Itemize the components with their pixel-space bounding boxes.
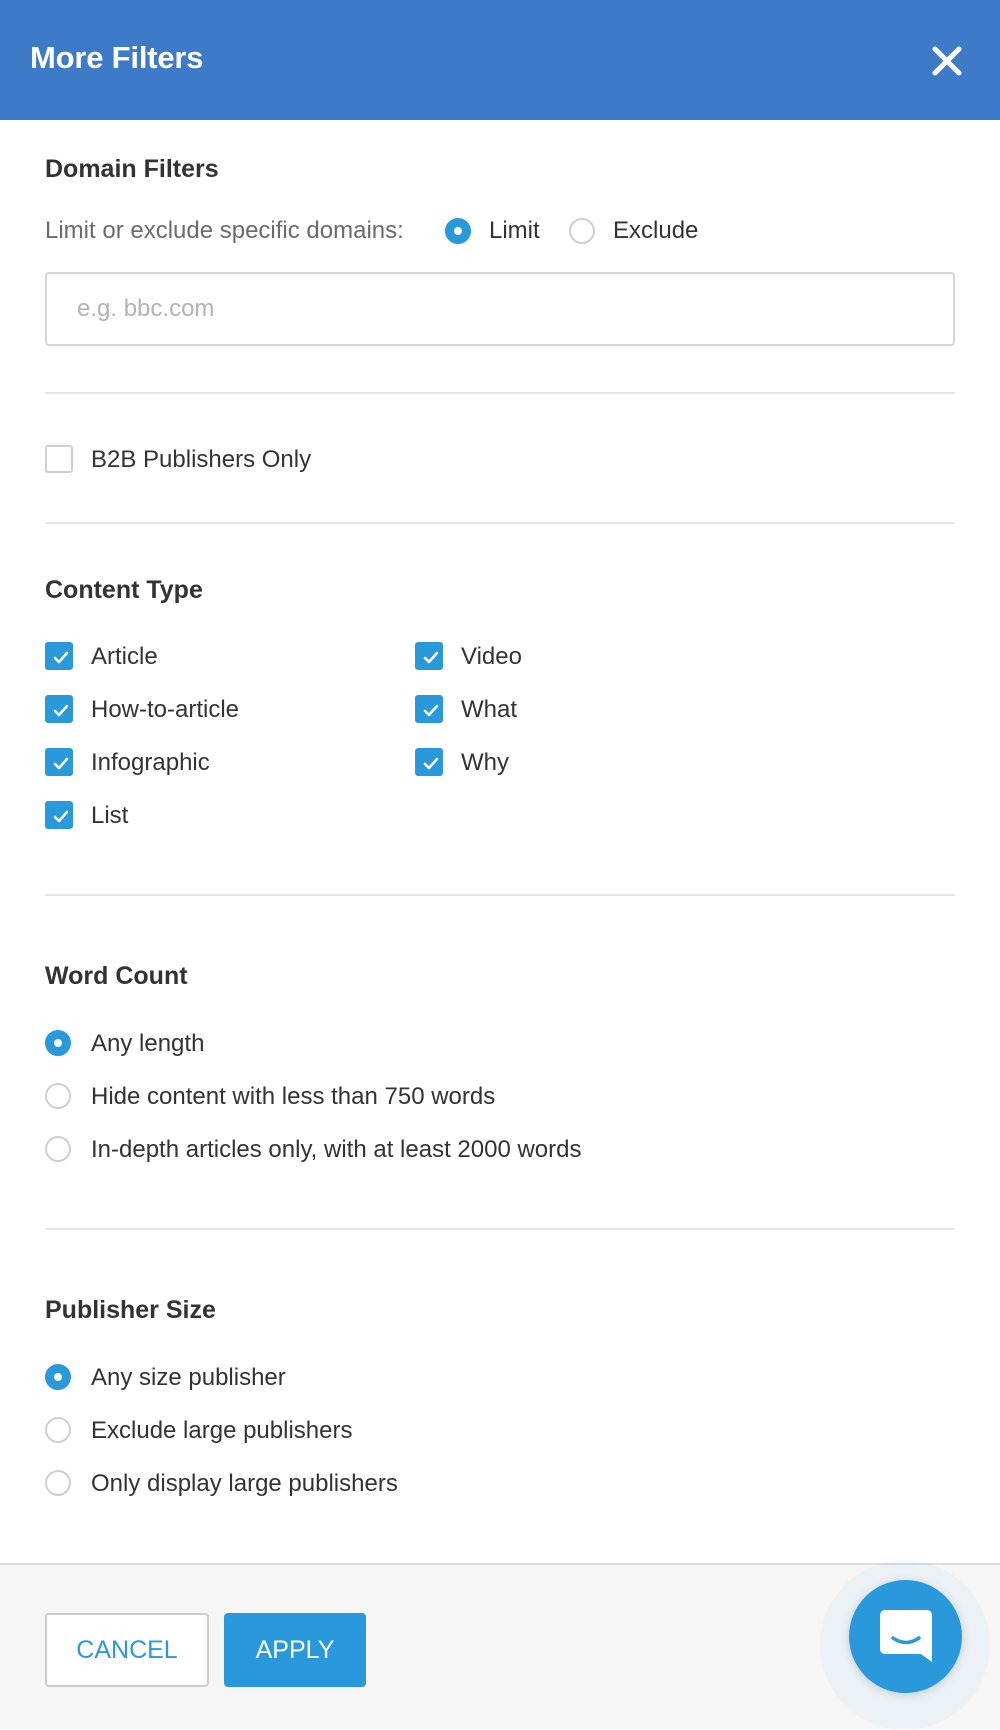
check-icon [53, 757, 69, 770]
publisher-any-radio[interactable] [45, 1364, 71, 1390]
domain-filters-title: Domain Filters [45, 155, 219, 183]
word-count-2000-label[interactable]: In-depth articles only, with at least 20… [91, 1136, 581, 1164]
modal-header: More Filters [0, 0, 1000, 120]
close-icon[interactable] [928, 42, 966, 80]
publisher-any-label[interactable]: Any size publisher [91, 1364, 286, 1392]
publisher-only-large-radio[interactable] [45, 1470, 71, 1496]
publisher-size-title: Publisher Size [45, 1296, 216, 1324]
exclude-radio[interactable] [569, 218, 595, 244]
b2b-checkbox[interactable] [45, 445, 73, 473]
article-checkbox-label[interactable]: Article [91, 643, 158, 671]
content-type-title: Content Type [45, 576, 203, 604]
limit-radio[interactable] [445, 218, 471, 244]
publisher-exclude-large-radio[interactable] [45, 1417, 71, 1443]
apply-button[interactable]: APPLY [224, 1613, 366, 1687]
divider [45, 522, 955, 524]
exclude-radio-label[interactable]: Exclude [613, 217, 698, 245]
divider [45, 894, 955, 896]
video-checkbox-label[interactable]: Video [461, 643, 522, 671]
how-to-article-checkbox[interactable] [45, 695, 73, 723]
check-icon [53, 810, 69, 823]
check-icon [423, 704, 439, 717]
limit-radio-label[interactable]: Limit [489, 217, 540, 245]
why-checkbox-label[interactable]: Why [461, 749, 509, 777]
chat-launcher-button[interactable] [849, 1580, 962, 1693]
divider [45, 1228, 955, 1230]
word-count-any-radio[interactable] [45, 1030, 71, 1056]
video-checkbox[interactable] [415, 642, 443, 670]
divider [45, 392, 955, 394]
word-count-any-label[interactable]: Any length [91, 1030, 204, 1058]
check-icon [53, 651, 69, 664]
modal-title: More Filters [30, 40, 204, 75]
check-icon [423, 757, 439, 770]
why-checkbox[interactable] [415, 748, 443, 776]
what-checkbox-label[interactable]: What [461, 696, 517, 724]
domain-filters-prompt: Limit or exclude specific domains: [45, 217, 404, 244]
check-icon [423, 651, 439, 664]
word-count-2000-radio[interactable] [45, 1136, 71, 1162]
how-to-article-checkbox-label[interactable]: How-to-article [91, 696, 239, 724]
cancel-button[interactable]: CANCEL [45, 1613, 209, 1687]
article-checkbox[interactable] [45, 642, 73, 670]
check-icon [53, 704, 69, 717]
word-count-750-radio[interactable] [45, 1083, 71, 1109]
b2b-checkbox-label[interactable]: B2B Publishers Only [91, 446, 311, 474]
infographic-checkbox-label[interactable]: Infographic [91, 749, 210, 777]
publisher-only-large-label[interactable]: Only display large publishers [91, 1470, 398, 1498]
word-count-title: Word Count [45, 962, 188, 990]
list-checkbox[interactable] [45, 801, 73, 829]
infographic-checkbox[interactable] [45, 748, 73, 776]
what-checkbox[interactable] [415, 695, 443, 723]
publisher-exclude-large-label[interactable]: Exclude large publishers [91, 1417, 352, 1445]
word-count-750-label[interactable]: Hide content with less than 750 words [91, 1083, 495, 1111]
domain-input[interactable] [45, 272, 955, 346]
chat-icon [880, 1610, 932, 1662]
list-checkbox-label[interactable]: List [91, 802, 128, 830]
